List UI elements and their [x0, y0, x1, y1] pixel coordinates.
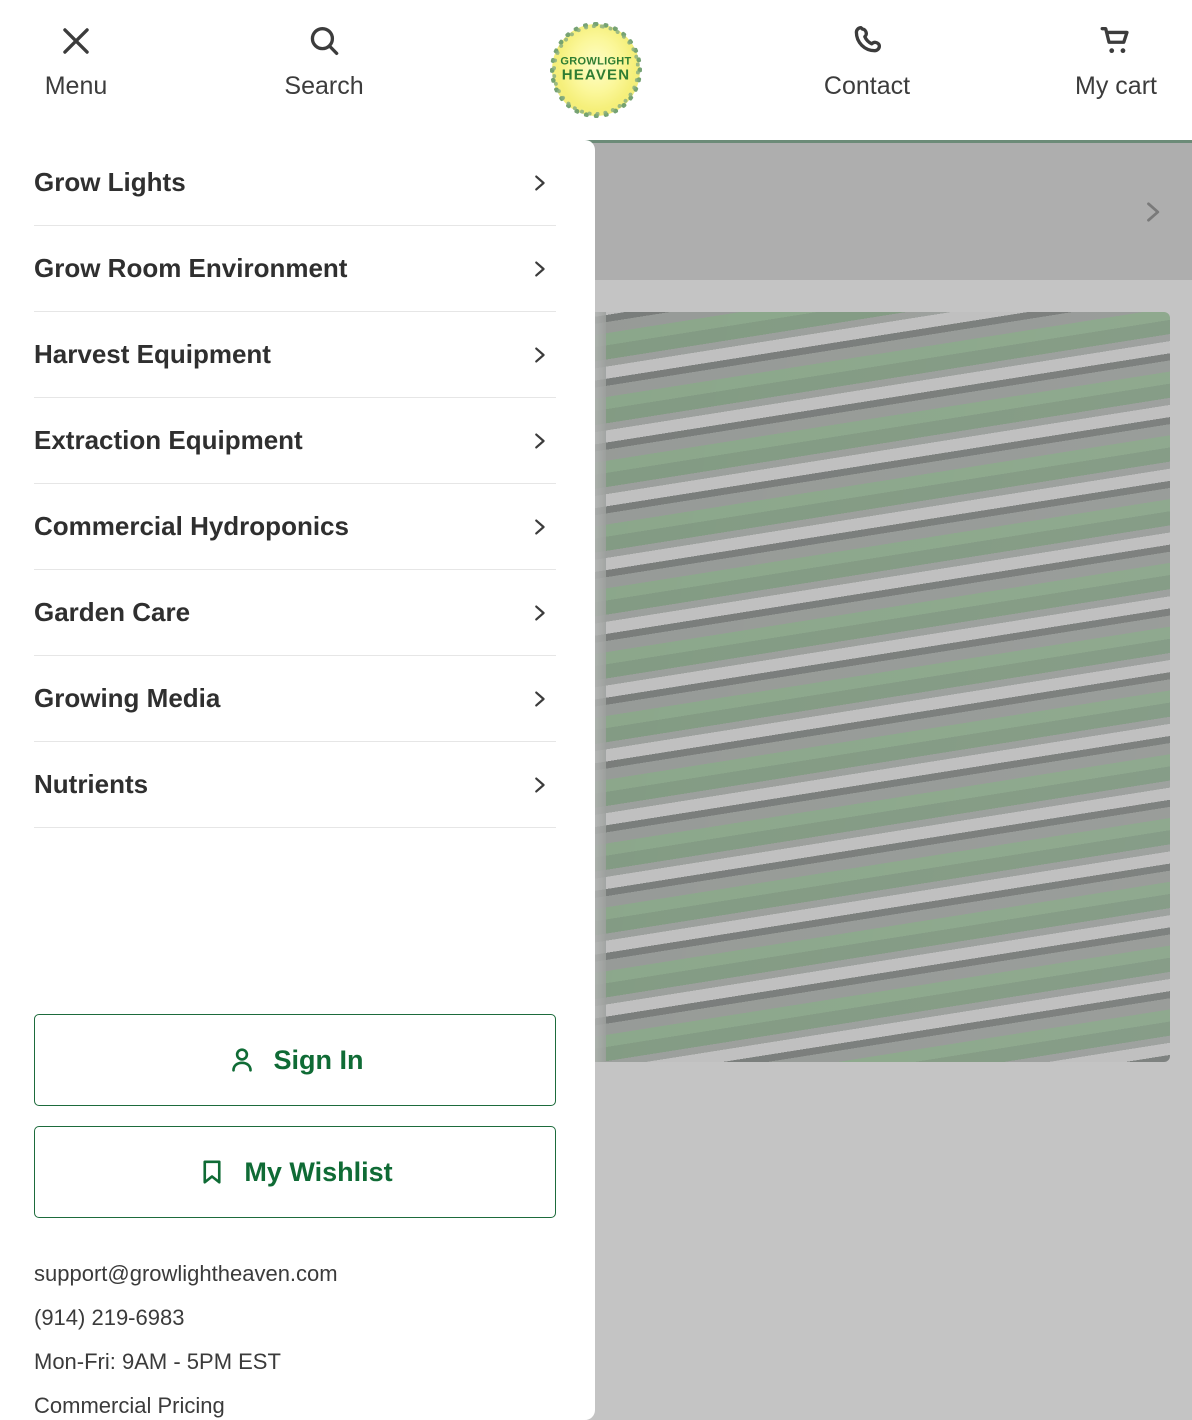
sign-in-label: Sign In	[273, 1044, 364, 1075]
support-email-link[interactable]: support@growlightheaven.com	[34, 1252, 556, 1296]
nav-item-garden-care[interactable]: Garden Care	[34, 570, 556, 656]
commercial-pricing-link[interactable]: Commercial Pricing	[34, 1384, 556, 1420]
chevron-right-icon	[535, 432, 545, 449]
cart-label: My cart	[1075, 72, 1157, 100]
wishlist-label: My Wishlist	[244, 1156, 393, 1187]
menu-toggle-button[interactable]: Menu	[22, 22, 130, 99]
phone-number-link[interactable]: (914) 219-6983	[34, 1296, 556, 1340]
chevron-right-icon	[535, 604, 545, 621]
shopping-cart-icon	[1100, 26, 1129, 54]
chevron-right-icon	[535, 346, 545, 363]
top-navigation-bar: Menu Search GROWLIGHT HEAVEN Contact My …	[0, 0, 1192, 140]
search-button[interactable]: Search	[270, 22, 378, 99]
page-root: al Grower? ing: (914) 219-6983 ore Touch	[0, 0, 1192, 1420]
nav-item-harvest-equipment[interactable]: Harvest Equipment	[34, 312, 556, 398]
contact-button[interactable]: Contact	[812, 22, 922, 99]
nav-item-growing-media[interactable]: Growing Media	[34, 656, 556, 742]
nav-item-label: Grow Room Environment	[34, 253, 348, 283]
nav-item-label: Harvest Equipment	[34, 339, 271, 369]
user-icon	[231, 1048, 252, 1072]
nav-item-grow-room-environment[interactable]: Grow Room Environment	[34, 226, 556, 312]
phone-icon	[854, 26, 882, 53]
category-nav-list: Grow Lights Grow Room Environment Harves…	[34, 140, 556, 828]
drawer-footer-links: support@growlightheaven.com (914) 219-69…	[34, 1252, 556, 1420]
close-icon	[63, 28, 89, 54]
chevron-right-icon	[535, 690, 545, 707]
nav-item-extraction-equipment[interactable]: Extraction Equipment	[34, 398, 556, 484]
menu-label: Menu	[44, 72, 108, 100]
logo-wordmark: GROWLIGHT HEAVEN	[560, 56, 631, 84]
nav-item-label: Nutrients	[34, 769, 149, 799]
nav-item-label: Grow Lights	[34, 167, 186, 197]
chevron-right-icon	[1147, 201, 1160, 222]
cart-button[interactable]: My cart	[1060, 22, 1172, 99]
account-actions: Sign In My Wishlist	[34, 1014, 556, 1238]
contact-label: Contact	[823, 72, 911, 100]
my-wishlist-button[interactable]: My Wishlist	[34, 1126, 556, 1218]
nav-item-grow-lights[interactable]: Grow Lights	[34, 140, 556, 226]
nav-item-label: Commercial Hydroponics	[34, 511, 349, 541]
logo-line-2: HEAVEN	[561, 66, 631, 84]
chevron-right-icon	[535, 518, 545, 535]
chevron-right-icon	[535, 260, 545, 277]
sign-in-button[interactable]: Sign In	[34, 1014, 556, 1106]
nav-item-label: Growing Media	[34, 683, 221, 713]
nav-item-label: Extraction Equipment	[34, 425, 303, 455]
navigation-drawer: Grow Lights Grow Room Environment Harves…	[0, 140, 595, 1420]
nav-item-nutrients[interactable]: Nutrients	[34, 742, 556, 828]
site-logo[interactable]: GROWLIGHT HEAVEN	[534, 17, 658, 123]
bookmark-icon	[203, 1160, 221, 1184]
business-hours-text: Mon-Fri: 9AM - 5PM EST	[34, 1349, 281, 1374]
search-label: Search	[284, 72, 364, 100]
search-icon	[310, 26, 339, 56]
nav-item-label: Garden Care	[34, 597, 191, 627]
nav-item-commercial-hydroponics[interactable]: Commercial Hydroponics	[34, 484, 556, 570]
chevron-right-icon	[535, 174, 545, 191]
chevron-right-icon	[535, 776, 545, 793]
